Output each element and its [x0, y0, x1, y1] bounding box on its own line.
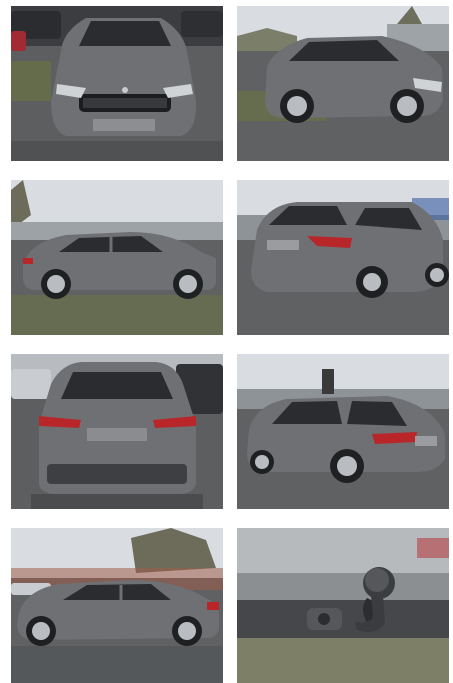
gallery-photo-front[interactable] — [11, 6, 223, 161]
gallery-photo-rear-three-quarter-right[interactable] — [237, 354, 449, 509]
car-side-left-image — [11, 528, 223, 683]
car-front-quarter-image — [237, 6, 449, 161]
car-side-image — [11, 180, 223, 335]
car-rear-right-image — [237, 354, 449, 509]
gallery-photo-side-left[interactable] — [11, 528, 223, 683]
gallery-photo-side[interactable] — [11, 180, 223, 335]
gallery-photo-front-three-quarter[interactable] — [237, 6, 449, 161]
gallery-photo-tow-hitch[interactable] — [237, 528, 449, 683]
gallery-photo-rear[interactable] — [11, 354, 223, 509]
car-front-image — [11, 6, 223, 161]
photo-gallery — [11, 6, 449, 683]
car-rear-image — [11, 354, 223, 509]
car-rear-quarter-image — [237, 180, 449, 335]
gallery-photo-rear-three-quarter[interactable] — [237, 180, 449, 335]
tow-hitch-image — [237, 528, 449, 683]
